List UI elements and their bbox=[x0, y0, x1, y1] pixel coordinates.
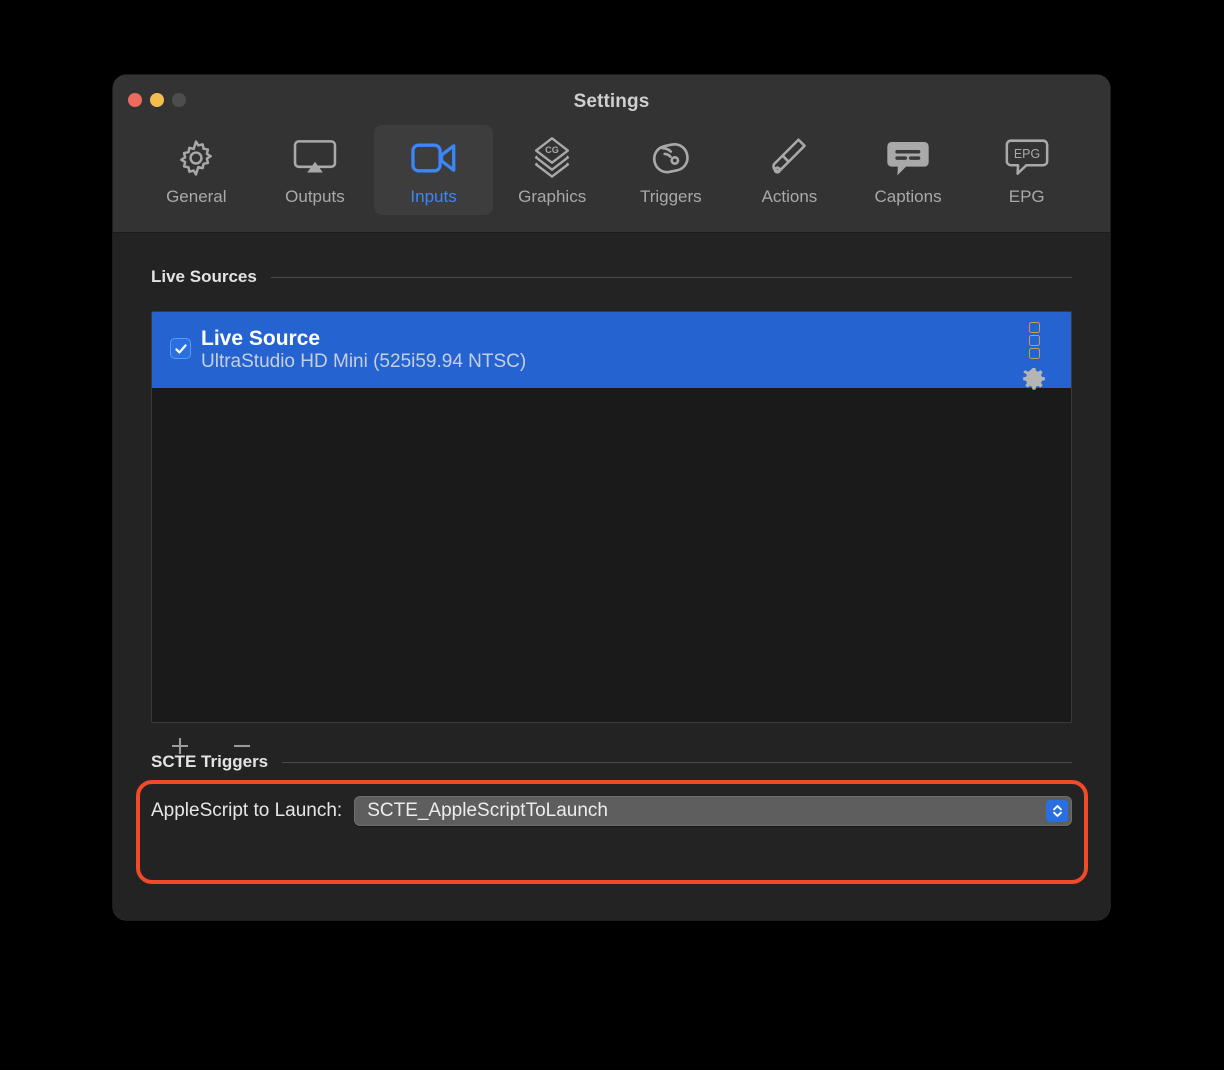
toolbar-tab-triggers[interactable]: Triggers bbox=[612, 125, 731, 215]
toolbar-tab-graphics[interactable]: CG Graphics bbox=[493, 125, 612, 215]
section-divider bbox=[282, 761, 1072, 763]
video-camera-icon bbox=[410, 135, 457, 181]
toolbar-tab-captions[interactable]: Captions bbox=[849, 125, 968, 215]
scte-triggers-header: SCTE Triggers bbox=[151, 752, 1072, 772]
applescript-to-launch-row: AppleScript to Launch: SCTE_AppleScriptT… bbox=[151, 796, 1072, 826]
toolbar-tab-label: EPG bbox=[1008, 187, 1045, 206]
live-sources-section: Live Sources Live Source UltraStudio HD … bbox=[151, 267, 1072, 763]
epg-bubble-icon: EPG bbox=[1005, 135, 1049, 181]
toolbar-tab-label: Actions bbox=[761, 187, 818, 206]
toolbar-tab-epg[interactable]: EPG EPG bbox=[967, 125, 1086, 215]
live-sources-list[interactable]: Live Source UltraStudio HD Mini (525i59.… bbox=[151, 311, 1072, 723]
settings-toolbar: General Outputs Inputs CG Graphics Trigg… bbox=[113, 125, 1110, 215]
scte-triggers-section: SCTE Triggers AppleScript to Launch: SCT… bbox=[151, 752, 1072, 826]
toolbar-tab-actions[interactable]: Actions bbox=[730, 125, 849, 215]
section-title: Live Sources bbox=[151, 267, 257, 286]
applescript-to-launch-value: SCTE_AppleScriptToLaunch bbox=[367, 800, 608, 821]
inputs-pane: Live Sources Live Source UltraStudio HD … bbox=[113, 233, 1110, 920]
airplay-display-icon bbox=[293, 135, 337, 181]
live-source-detail: UltraStudio HD Mini (525i59.94 NTSC) bbox=[201, 350, 527, 372]
toolbar-tab-general[interactable]: General bbox=[137, 125, 256, 215]
drag-handle-icon[interactable] bbox=[1028, 322, 1040, 359]
gear-icon bbox=[175, 135, 217, 181]
applescript-to-launch-select[interactable]: SCTE_AppleScriptToLaunch bbox=[354, 796, 1072, 826]
toolbar-tab-inputs[interactable]: Inputs bbox=[374, 125, 493, 215]
live-source-settings-gear-icon[interactable] bbox=[1021, 366, 1047, 397]
cg-layers-icon: CG bbox=[530, 135, 574, 181]
live-source-row-tools bbox=[1021, 322, 1047, 397]
toolbar-tab-label: Graphics bbox=[518, 187, 587, 206]
toolbar-tab-label: Captions bbox=[874, 187, 942, 206]
live-source-name: Live Source bbox=[201, 326, 321, 350]
settings-window: Settings General Outputs Inputs CG Graph… bbox=[113, 75, 1110, 920]
chevron-up-down-icon[interactable] bbox=[1046, 800, 1068, 822]
applescript-to-launch-label: AppleScript to Launch: bbox=[151, 800, 343, 821]
caption-bubble-icon bbox=[886, 135, 930, 181]
toolbar-tab-outputs[interactable]: Outputs bbox=[256, 125, 375, 215]
section-divider bbox=[270, 276, 1072, 278]
live-source-checkbox[interactable] bbox=[170, 338, 191, 359]
window-titlebar: Settings General Outputs Inputs CG Graph… bbox=[113, 75, 1110, 233]
toolbar-tab-label: Inputs bbox=[410, 187, 457, 206]
toolbar-tab-label: Triggers bbox=[639, 187, 702, 206]
toolbar-tab-label: Outputs bbox=[285, 187, 345, 206]
section-title: SCTE Triggers bbox=[151, 752, 269, 771]
svg-text:CG: CG bbox=[545, 145, 559, 155]
flag-wave-icon bbox=[768, 135, 810, 181]
svg-text:EPG: EPG bbox=[1014, 147, 1040, 161]
list-item[interactable]: Live Source UltraStudio HD Mini (525i59.… bbox=[152, 312, 1071, 390]
live-source-text-group: Live Source UltraStudio HD Mini (525i59.… bbox=[201, 326, 527, 373]
toolbar-tab-label: General bbox=[166, 187, 227, 206]
live-sources-header: Live Sources bbox=[151, 267, 1072, 287]
wireless-tag-icon bbox=[650, 135, 692, 181]
window-title: Settings bbox=[573, 91, 650, 112]
